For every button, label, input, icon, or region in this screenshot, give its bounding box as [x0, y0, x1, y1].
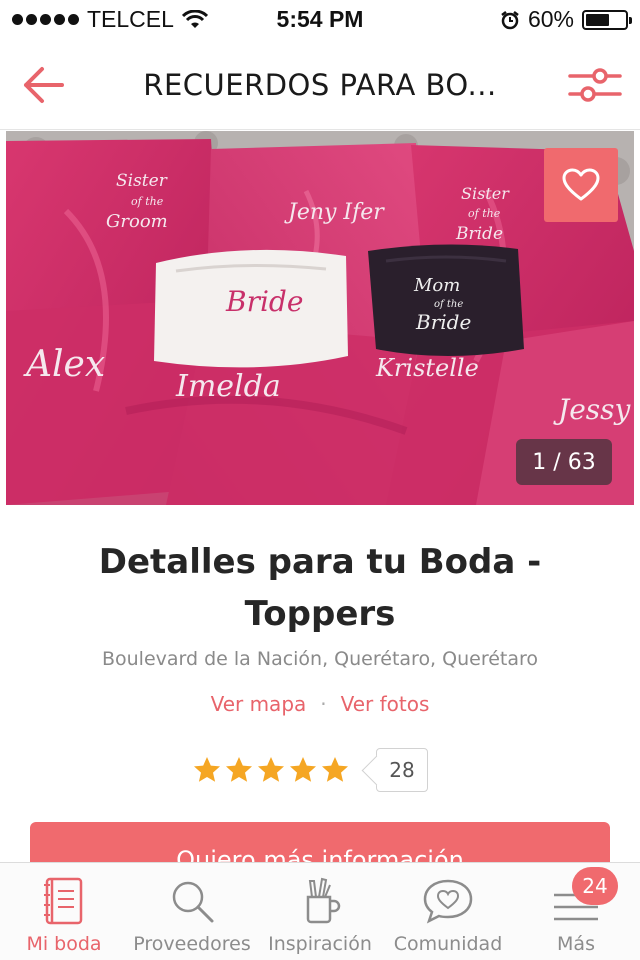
back-button[interactable]	[20, 60, 70, 110]
search-icon	[172, 881, 214, 923]
notification-badge: 24	[572, 867, 618, 905]
photo-counter: 1 / 63	[516, 439, 612, 485]
tab-bar: Mi boda Proveedores Inspiración Comunida…	[0, 862, 640, 960]
tab-mi-boda[interactable]: Mi boda	[0, 863, 128, 960]
chat-heart-icon	[423, 879, 473, 924]
status-right: 60%	[500, 6, 632, 33]
view-photos-link[interactable]: Ver fotos	[341, 692, 430, 716]
tab-proveedores[interactable]: Proveedores	[128, 863, 256, 960]
mug-pencils-icon	[306, 877, 341, 924]
favorite-button[interactable]	[544, 148, 618, 222]
embroidery-text: of the	[131, 195, 164, 208]
embroidery-text: Jeny Ifer	[284, 200, 385, 225]
review-count: 28	[389, 758, 415, 782]
tab-inspiracion[interactable]: Inspiración	[256, 863, 384, 960]
battery-percent: 60%	[527, 6, 574, 32]
vendor-photo[interactable]: Sister of the Groom Jeny Ifer Sister of …	[6, 131, 634, 505]
sliders-icon	[568, 68, 622, 102]
notebook-icon	[44, 877, 83, 925]
star-icon	[322, 757, 348, 782]
embroidery-text: Kristelle	[375, 354, 479, 382]
battery-fill	[586, 13, 609, 26]
embroidery-text: of the	[468, 207, 501, 220]
alarm-icon	[501, 10, 519, 29]
status-bar: TELCEL 5:54 PM 60%	[0, 0, 640, 40]
tab-label: Más	[557, 933, 595, 955]
embroidery-text: Mom	[413, 275, 460, 296]
tab-label: Proveedores	[133, 933, 251, 955]
vendor-links: Ver mapa · Ver fotos	[0, 692, 640, 716]
link-separator: ·	[320, 692, 327, 716]
heart-outline-icon	[562, 168, 600, 201]
battery-icon	[582, 9, 632, 30]
star-icon	[194, 757, 220, 782]
embroidery-text: Imelda	[175, 369, 281, 404]
rating[interactable]: 28	[192, 748, 428, 792]
embroidery-text: Sister	[461, 184, 510, 203]
vendor-address: Boulevard de la Nación, Querétaro, Queré…	[101, 648, 539, 670]
navigation-bar: RECUERDOS PARA BO...	[0, 40, 640, 130]
tab-label: Mi boda	[26, 933, 102, 955]
tab-label: Inspiración	[268, 933, 372, 955]
tab-comunidad[interactable]: Comunidad	[384, 863, 512, 960]
embroidery-text: Bride	[225, 285, 303, 318]
arrow-left-icon	[24, 67, 64, 103]
tab-label: Comunidad	[393, 933, 503, 955]
vendor-name: Detalles para tu Boda - Toppers	[98, 542, 542, 634]
star-icon	[226, 757, 252, 782]
star-rating	[192, 755, 350, 785]
embroidery-text: Bride	[415, 310, 471, 334]
embroidery-text: Bride	[455, 224, 503, 244]
review-count-badge[interactable]: 28	[376, 748, 428, 792]
embroidery-text: of the	[434, 299, 463, 310]
star-icon	[258, 757, 284, 782]
embroidery-text: Groom	[106, 211, 168, 232]
star-icon	[290, 757, 316, 782]
embroidery-text: Sister	[116, 171, 168, 191]
embroidery-text: Jessy	[553, 393, 632, 426]
page-title: RECUERDOS PARA BO...	[143, 68, 497, 102]
embroidery-text: Alex	[23, 344, 105, 385]
view-map-link[interactable]: Ver mapa	[211, 692, 307, 716]
filter-button[interactable]	[566, 60, 624, 110]
tab-mas[interactable]: 24 Más	[512, 863, 640, 960]
